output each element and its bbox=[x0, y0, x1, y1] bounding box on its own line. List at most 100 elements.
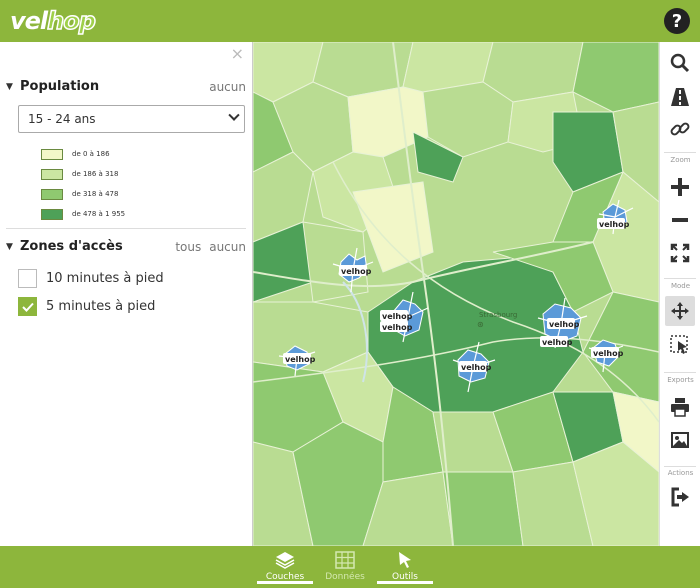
zones-section-header[interactable]: ▼ Zones d'accès tous aucun bbox=[6, 239, 246, 254]
close-panel-button[interactable]: × bbox=[231, 44, 244, 63]
toolbar-divider bbox=[664, 372, 696, 373]
legend-swatch bbox=[41, 168, 63, 180]
bottom-bar: Couches Données Outils bbox=[0, 546, 700, 588]
mode-section-label: Mode bbox=[670, 282, 691, 290]
select-pointer-icon bbox=[670, 335, 688, 354]
map-canvas[interactable]: velhop velhop velhop velhop velhop velhop … bbox=[253, 42, 659, 546]
toolbar-divider bbox=[664, 152, 696, 153]
search-icon bbox=[670, 53, 690, 73]
zone-option-label: 10 minutes à pied bbox=[46, 271, 164, 286]
legend-swatch bbox=[41, 208, 63, 220]
station-label: velhop bbox=[461, 363, 492, 372]
population-title: Population bbox=[20, 79, 100, 94]
tab-active-indicator bbox=[377, 581, 433, 584]
table-grid-icon bbox=[335, 551, 355, 569]
zone-option-5min[interactable]: 5 minutes à pied bbox=[18, 297, 155, 316]
zone-option-label: 5 minutes à pied bbox=[46, 299, 156, 314]
legend-label: de 478 à 1 955 bbox=[72, 210, 126, 218]
city-center-icon: ⊛ bbox=[477, 320, 484, 329]
logout-button[interactable] bbox=[665, 482, 695, 512]
legend-item: de 186 à 318 bbox=[41, 164, 125, 184]
tab-outils[interactable]: Outils bbox=[377, 550, 433, 584]
tab-donnees[interactable]: Données bbox=[317, 550, 373, 584]
minus-icon bbox=[672, 218, 688, 222]
station-marker[interactable]: velhop bbox=[591, 347, 624, 358]
chevron-down-icon bbox=[228, 109, 240, 121]
app-logo[interactable]: velhop bbox=[10, 6, 97, 36]
tab-couches[interactable]: Couches bbox=[257, 550, 313, 584]
layers-icon bbox=[275, 552, 295, 569]
legend-item: de 318 à 478 bbox=[41, 184, 125, 204]
station-marker[interactable]: velhop bbox=[339, 265, 372, 276]
search-button[interactable] bbox=[665, 48, 695, 78]
checkbox[interactable] bbox=[18, 269, 37, 288]
toolbar-divider bbox=[664, 278, 696, 279]
select-mode-button[interactable] bbox=[665, 330, 695, 360]
layers-panel: × ▼ Population aucun 15 - 24 ans de 0 à … bbox=[0, 42, 253, 546]
map-toolbar: Zoom Mode Exports Actions bbox=[659, 42, 700, 546]
print-button[interactable] bbox=[665, 392, 695, 422]
choropleth-map[interactable]: velhop velhopvelhop velhop velhopvelhop … bbox=[253, 42, 659, 546]
station-label: velhop bbox=[285, 355, 316, 364]
legend-label: de 0 à 186 bbox=[72, 150, 110, 158]
tab-label: Données bbox=[325, 572, 365, 582]
station-marker[interactable]: velhop bbox=[597, 218, 630, 229]
route-button[interactable] bbox=[665, 82, 695, 112]
zoom-in-button[interactable] bbox=[665, 172, 695, 202]
toolbar-divider bbox=[664, 466, 696, 467]
station-label: velhop bbox=[599, 220, 630, 229]
station-label: velhop bbox=[382, 323, 413, 332]
station-label: velhop bbox=[542, 338, 573, 347]
logo-text-vel: vel bbox=[10, 7, 48, 35]
age-group-select[interactable]: 15 - 24 ans bbox=[18, 105, 245, 133]
exports-section-label: Exports bbox=[667, 376, 694, 384]
export-image-button[interactable] bbox=[665, 425, 695, 455]
zone-option-10min[interactable]: 10 minutes à pied bbox=[18, 269, 164, 288]
legend-item: de 0 à 186 bbox=[41, 144, 125, 164]
printer-icon bbox=[671, 398, 689, 417]
population-section-header[interactable]: ▼ Population aucun bbox=[6, 79, 246, 94]
station-label: velhop bbox=[549, 320, 580, 329]
city-label: Strasbourg bbox=[479, 311, 517, 319]
zoom-section-label: Zoom bbox=[670, 156, 691, 164]
fit-extent-button[interactable] bbox=[665, 238, 695, 268]
zoom-out-button[interactable] bbox=[665, 205, 695, 235]
caret-down-icon: ▼ bbox=[6, 81, 13, 92]
actions-section-label: Actions bbox=[667, 469, 694, 477]
caret-down-icon: ▼ bbox=[6, 241, 13, 252]
zones-none-link[interactable]: aucun bbox=[209, 240, 246, 254]
legend-label: de 318 à 478 bbox=[72, 190, 119, 198]
sign-out-icon bbox=[671, 487, 689, 507]
road-icon bbox=[671, 88, 689, 106]
expand-icon bbox=[670, 243, 690, 263]
pan-mode-button[interactable] bbox=[665, 296, 695, 326]
zones-title: Zones d'accès bbox=[20, 239, 123, 254]
legend-swatch bbox=[41, 188, 63, 200]
station-label: velhop bbox=[382, 312, 413, 321]
image-icon bbox=[671, 432, 689, 448]
legend-item: de 478 à 1 955 bbox=[41, 204, 125, 224]
station-marker[interactable]: velhop bbox=[283, 353, 316, 364]
zones-all-link[interactable]: tous bbox=[175, 240, 201, 254]
station-label: velhop bbox=[341, 267, 372, 276]
help-icon: ? bbox=[671, 10, 683, 32]
plus-icon bbox=[671, 178, 689, 196]
share-link-button[interactable] bbox=[665, 114, 695, 144]
population-none-link[interactable]: aucun bbox=[209, 80, 246, 94]
legend-label: de 186 à 318 bbox=[72, 170, 119, 178]
age-group-select-value: 15 - 24 ans bbox=[28, 112, 96, 126]
station-label: velhop bbox=[593, 349, 624, 358]
population-legend: de 0 à 186 de 186 à 318 de 318 à 478 de … bbox=[41, 144, 125, 224]
legend-swatch bbox=[41, 148, 63, 160]
help-button[interactable]: ? bbox=[664, 8, 690, 34]
tab-active-indicator bbox=[257, 581, 313, 584]
link-icon bbox=[670, 122, 690, 136]
section-divider bbox=[6, 228, 246, 229]
top-bar: velhop ? bbox=[0, 0, 700, 42]
check-icon bbox=[21, 302, 34, 312]
pointer-icon bbox=[399, 552, 411, 568]
logo-text-hop: hop bbox=[46, 6, 96, 36]
station-marker[interactable]: velhop bbox=[459, 361, 492, 372]
move-icon bbox=[671, 302, 689, 320]
checkbox[interactable] bbox=[18, 297, 37, 316]
